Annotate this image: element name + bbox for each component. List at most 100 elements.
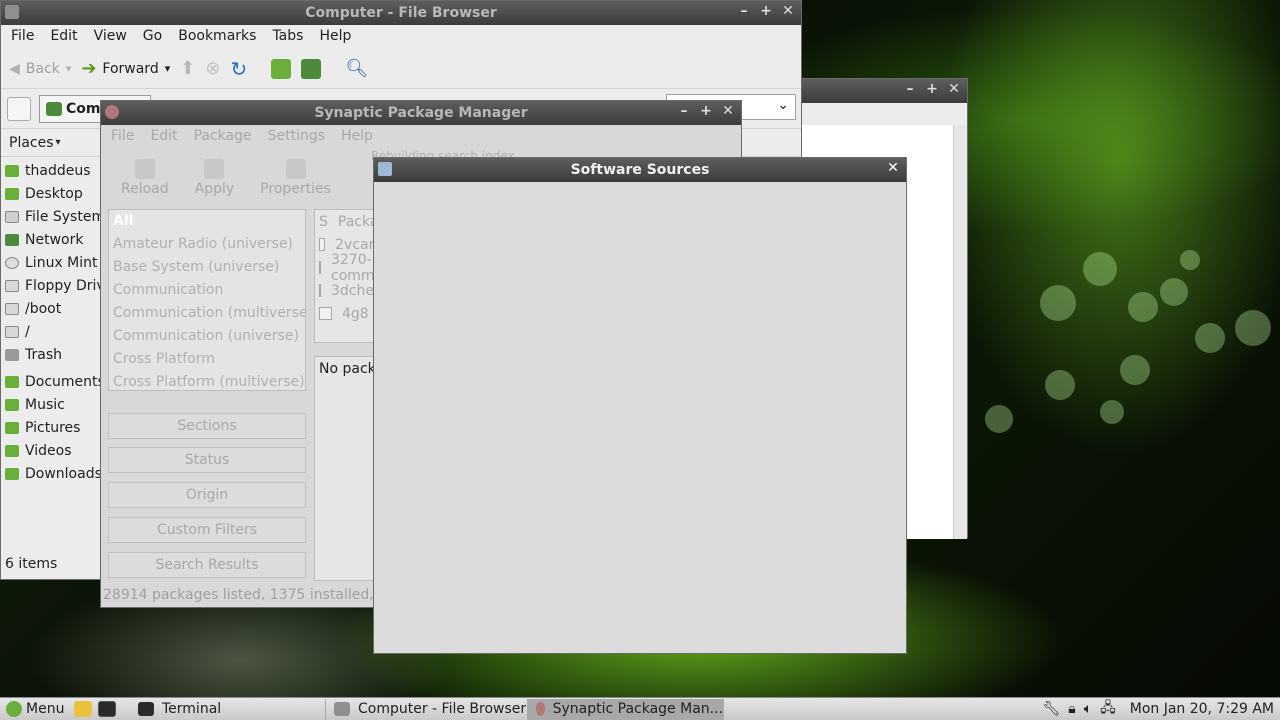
synaptic-titlebar[interactable]: Synaptic Package Manager – + ✕ [101, 101, 741, 125]
menu-tabs[interactable]: Tabs [272, 28, 303, 46]
lock-icon[interactable]: 🔒︎ [1068, 701, 1075, 717]
reload-icon[interactable]: ↻ [230, 57, 247, 81]
status-column-header[interactable]: S [319, 214, 328, 230]
window-title: Software Sources [570, 162, 710, 178]
menu-help[interactable]: Help [319, 28, 351, 46]
sections-filter-button[interactable]: Sections [108, 413, 306, 439]
forward-button[interactable]: ➔ Forward ▾ [81, 58, 170, 79]
section-item[interactable]: Cross Platform (multiverse) [109, 371, 305, 390]
menu-go[interactable]: Go [143, 28, 162, 46]
menu-edit[interactable]: Edit [150, 128, 177, 146]
bokeh-light [1120, 355, 1150, 385]
blank-window-titlebar[interactable]: – + ✕ [801, 79, 967, 103]
place-root[interactable]: / [1, 320, 101, 343]
place-label: Music [25, 396, 65, 413]
search-results-button[interactable]: Search Results [108, 552, 306, 578]
section-item[interactable]: Amateur Radio (universe) [109, 233, 305, 256]
minimize-icon[interactable]: – [903, 81, 917, 97]
network-icon[interactable]: 🖧 [1100, 697, 1116, 720]
sections-list[interactable]: All Amateur Radio (universe) Base System… [108, 209, 306, 391]
computer-icon[interactable] [301, 58, 322, 79]
properties-button[interactable]: Properties [260, 159, 331, 197]
section-item[interactable]: Communication (universe) [109, 325, 305, 348]
place-linux-mint[interactable]: Linux Mint 8 [1, 251, 101, 274]
volume-icon[interactable]: 🔈︎ [1084, 701, 1092, 717]
trash-icon [5, 348, 19, 361]
package-checkbox[interactable] [319, 307, 332, 320]
origin-filter-button[interactable]: Origin [108, 482, 306, 508]
package-checkbox[interactable] [319, 238, 326, 251]
package-name: 4g8 [342, 305, 369, 322]
software-sources-titlebar[interactable]: Software Sources ✕ [374, 158, 906, 182]
task-file-browser[interactable]: Computer - File Browser [326, 698, 528, 720]
menu-package[interactable]: Package [194, 128, 252, 146]
menu-help[interactable]: Help [341, 128, 373, 146]
maximize-icon[interactable]: + [759, 3, 773, 19]
maximize-icon[interactable]: + [925, 81, 939, 97]
menu-button[interactable]: Menu [0, 701, 74, 717]
place-thaddeus[interactable]: thaddeus [1, 159, 101, 182]
place-boot[interactable]: /boot [1, 297, 101, 320]
package-checkbox[interactable] [319, 261, 321, 274]
close-icon[interactable]: ✕ [781, 3, 795, 19]
terminal-icon[interactable] [98, 701, 116, 717]
chevron-down-icon[interactable]: ▾ [165, 62, 171, 75]
stop-icon[interactable]: ⊗ [205, 58, 220, 79]
home-folder-icon[interactable] [271, 58, 292, 79]
section-item[interactable]: Communication (multiverse) [109, 302, 305, 325]
section-item[interactable]: Communication [109, 279, 305, 302]
place-trash[interactable]: Trash [1, 343, 101, 366]
bookmark-downloads[interactable]: Downloads [1, 462, 101, 485]
place-network[interactable]: Network [1, 228, 101, 251]
place-desktop[interactable]: Desktop [1, 182, 101, 205]
section-item[interactable]: Base System (universe) [109, 256, 305, 279]
section-item[interactable]: Cross Platform [109, 348, 305, 371]
menu-file[interactable]: File [11, 28, 34, 46]
place-floppy-drive[interactable]: Floppy Drive [1, 274, 101, 297]
folder-icon [5, 467, 19, 480]
bookmark-music[interactable]: Music [1, 393, 101, 416]
edit-location-icon[interactable] [7, 96, 31, 121]
menu-view[interactable]: View [94, 28, 127, 46]
close-icon[interactable]: ✕ [947, 81, 961, 97]
vertical-scrollbar[interactable] [953, 125, 967, 539]
task-terminal[interactable]: Terminal [130, 698, 326, 720]
update-manager-icon[interactable]: 🔧︎ [1042, 701, 1060, 717]
close-icon[interactable]: ✕ [721, 103, 735, 119]
reload-button[interactable]: Reload [121, 159, 169, 197]
text-editor-icon[interactable] [74, 701, 92, 717]
folder-icon [5, 375, 19, 388]
menu-bookmarks[interactable]: Bookmarks [178, 28, 256, 46]
bookmark-videos[interactable]: Videos [1, 439, 101, 462]
close-icon[interactable]: ✕ [886, 160, 900, 176]
place-file-system[interactable]: File System [1, 205, 101, 228]
place-label: Documents [25, 373, 101, 390]
forward-arrow-icon: ➔ [81, 58, 97, 79]
menu-edit[interactable]: Edit [50, 28, 77, 46]
maximize-icon[interactable]: + [699, 103, 713, 119]
file-browser-titlebar[interactable]: Computer - File Browser – + ✕ [1, 1, 801, 25]
menu-file[interactable]: File [111, 128, 134, 146]
folder-icon [5, 421, 19, 434]
clock[interactable]: Mon Jan 20, 7:29 AM [1130, 701, 1274, 717]
taskbar: Menu Terminal Computer - File Browser Sy… [0, 697, 1280, 720]
status-filter-button[interactable]: Status [108, 447, 306, 473]
chevron-down-icon[interactable]: ▾ [66, 62, 72, 75]
bookmark-documents[interactable]: Documents [1, 370, 101, 393]
apply-button[interactable]: Apply [195, 159, 234, 197]
bokeh-light [1045, 370, 1075, 400]
package-checkbox[interactable] [319, 284, 321, 297]
search-icon[interactable]: 🔍︎ [345, 58, 368, 79]
section-item[interactable]: All [109, 210, 305, 233]
bokeh-light [1040, 285, 1076, 321]
menu-settings[interactable]: Settings [268, 128, 325, 146]
bookmark-pictures[interactable]: Pictures [1, 416, 101, 439]
minimize-icon[interactable]: – [677, 103, 691, 119]
properties-icon [285, 159, 306, 179]
minimize-icon[interactable]: – [737, 3, 751, 19]
task-synaptic[interactable]: Synaptic Package Man... [528, 698, 724, 720]
up-arrow-icon[interactable]: ⬆ [180, 58, 195, 79]
back-button[interactable]: ◀ Back ▾ [9, 61, 71, 77]
place-label: Network [25, 231, 84, 248]
custom-filters-button[interactable]: Custom Filters [108, 517, 306, 543]
